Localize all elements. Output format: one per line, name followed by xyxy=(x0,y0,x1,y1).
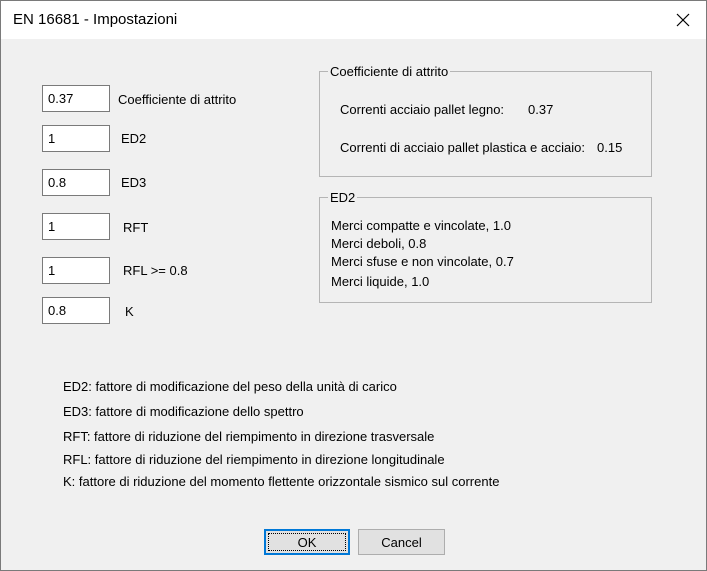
ed2-item-compact: Merci compatte e vincolate, 1.0 xyxy=(331,218,511,233)
ed2-item-loose: Merci sfuse e non vincolate, 0.7 xyxy=(331,254,514,269)
rft-input[interactable] xyxy=(42,213,110,240)
rfl-input[interactable] xyxy=(42,257,110,284)
cancel-button[interactable]: Cancel xyxy=(358,529,445,555)
note-k: K: fattore di riduzione del momento flet… xyxy=(63,474,500,489)
rfl-label: RFL >= 0.8 xyxy=(123,263,188,278)
friction-coefficient-group: Coefficiente di attrito xyxy=(319,64,652,177)
close-button[interactable] xyxy=(660,1,706,39)
rft-label: RFT xyxy=(123,220,149,235)
ed3-input[interactable] xyxy=(42,169,110,196)
wood-pallet-value: 0.37 xyxy=(528,102,554,117)
title-bar[interactable]: EN 16681 - Impostazioni xyxy=(1,1,706,39)
note-ed2: ED2: fattore di modificazione del peso d… xyxy=(63,379,397,394)
plastic-steel-pallet-label: Correnti di acciaio pallet plastica e ac… xyxy=(340,140,585,155)
ed2-input[interactable] xyxy=(42,125,110,152)
wood-pallet-label: Correnti acciaio pallet legno: xyxy=(340,102,505,117)
ed2-label: ED2 xyxy=(121,131,147,146)
ok-button[interactable]: OK xyxy=(264,529,350,555)
ed2-item-weak: Merci deboli, 0.8 xyxy=(331,236,427,251)
ed2-group-title: ED2 xyxy=(330,190,356,205)
friction-group-title: Coefficiente di attrito xyxy=(330,64,449,79)
window-title: EN 16681 - Impostazioni xyxy=(13,11,178,28)
ok-button-label: OK xyxy=(268,533,346,551)
ed2-item-liquid: Merci liquide, 1.0 xyxy=(331,274,430,289)
k-input[interactable] xyxy=(42,297,110,324)
note-ed3: ED3: fattore di modificazione dello spet… xyxy=(63,404,304,419)
close-icon xyxy=(676,13,690,27)
ed3-label: ED3 xyxy=(121,175,147,190)
friction-coefficient-input[interactable] xyxy=(42,85,110,112)
dialog-window: EN 16681 - Impostazioni Coefficiente di … xyxy=(0,0,707,571)
k-label: K xyxy=(125,304,134,319)
friction-coefficient-label: Coefficiente di attrito xyxy=(118,92,237,107)
plastic-steel-pallet-value: 0.15 xyxy=(597,140,623,155)
note-rfl: RFL: fattore di riduzione del riempiment… xyxy=(63,452,445,467)
note-rft: RFT: fattore di riduzione del riempiment… xyxy=(63,429,435,444)
